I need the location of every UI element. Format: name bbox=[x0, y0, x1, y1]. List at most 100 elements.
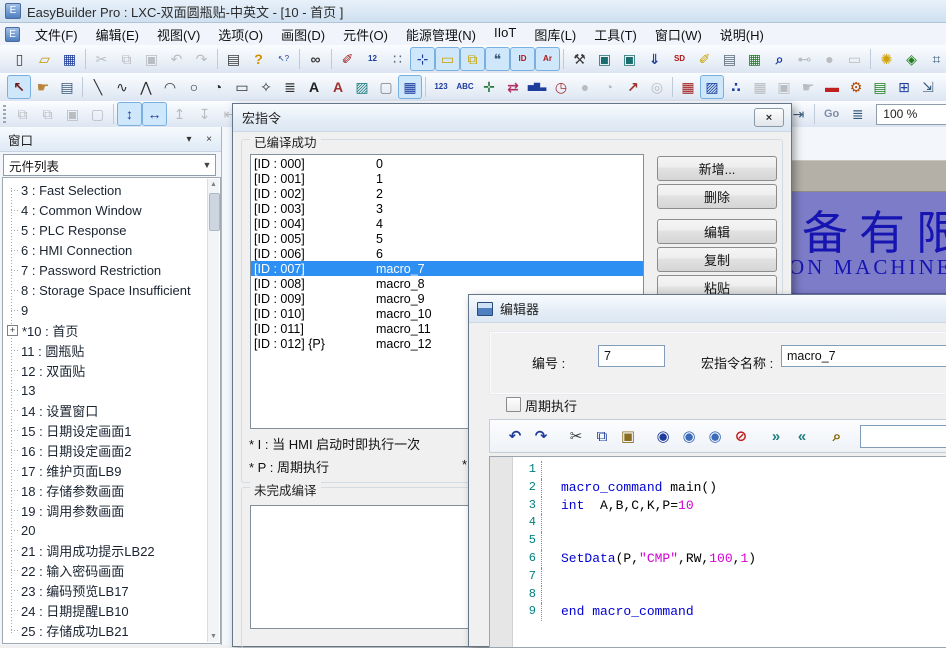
numeric-display-icon[interactable]: 123 bbox=[429, 75, 453, 99]
snap-icon[interactable]: ⊹ bbox=[410, 47, 435, 71]
tree-scrollbar[interactable]: ▲ ▼ bbox=[207, 179, 219, 642]
format-brush-icon[interactable]: ✐ bbox=[335, 47, 360, 71]
trend-display-icon[interactable]: ↗ bbox=[621, 75, 645, 99]
pc-transfer-icon[interactable]: ⇲ bbox=[916, 75, 940, 99]
toolbar-grip[interactable] bbox=[3, 105, 6, 123]
indent-icon[interactable]: » bbox=[763, 423, 789, 449]
tree-item[interactable]: +*10 : 首页 bbox=[3, 320, 208, 340]
print-icon[interactable]: ▤ bbox=[221, 47, 246, 71]
macro-list-row[interactable]: [ID : 000]0 bbox=[251, 156, 643, 171]
address-tag-icon[interactable]: ⌗ bbox=[924, 47, 946, 71]
toggle-breakpoint-icon[interactable]: ◉ bbox=[650, 423, 676, 449]
copy-button[interactable]: 复制 bbox=[657, 247, 777, 272]
pass-through-icon[interactable]: ⌕ bbox=[767, 47, 792, 71]
tree-item[interactable]: 24 : 日期提醒LB10 bbox=[3, 600, 208, 620]
grid-icon[interactable]: ∷ bbox=[385, 47, 410, 71]
scatter-icon[interactable]: ∴ bbox=[724, 75, 748, 99]
center-vertical-icon[interactable]: ↕ bbox=[117, 102, 142, 126]
menu-item[interactable]: 说明(H) bbox=[711, 23, 773, 46]
note-editor-icon[interactable]: ✐ bbox=[692, 47, 717, 71]
tree-item[interactable]: 22 : 输入密码画面 bbox=[3, 560, 208, 580]
tree-item[interactable]: 15 : 日期设定画面1 bbox=[3, 420, 208, 440]
code-editor[interactable]: 1 2macro_command main()3int A,B,C,K,P=10… bbox=[489, 456, 946, 648]
meter-display-icon[interactable]: ◷ bbox=[549, 75, 573, 99]
ascii-display-icon[interactable]: ABC bbox=[453, 75, 477, 99]
scrollbar-thumb[interactable] bbox=[209, 193, 220, 231]
offline-simulation-icon[interactable]: ▣ bbox=[617, 47, 642, 71]
macro-list-row[interactable]: [ID : 005]5 bbox=[251, 231, 643, 246]
tree-item[interactable]: 14 : 设置窗口 bbox=[3, 400, 208, 420]
star-icon[interactable]: ✧ bbox=[254, 75, 278, 99]
text-style-icon[interactable]: A bbox=[326, 75, 350, 99]
menu-item[interactable]: 工具(T) bbox=[585, 23, 646, 46]
text-icon[interactable]: A bbox=[302, 75, 326, 99]
menu-item[interactable]: 文件(F) bbox=[26, 23, 87, 46]
picture-view-icon[interactable]: ▨ bbox=[700, 75, 724, 99]
object-properties-icon[interactable]: ▤ bbox=[55, 75, 79, 99]
hand-icon[interactable]: ☛ bbox=[31, 75, 55, 99]
edit-button[interactable]: 编辑 bbox=[657, 219, 777, 244]
menu-item[interactable]: 视图(V) bbox=[148, 23, 209, 46]
close-icon[interactable]: × bbox=[754, 108, 784, 127]
context-help-icon[interactable]: ↖? bbox=[271, 47, 296, 71]
tree-item[interactable]: 8 : Storage Space Insufficient bbox=[3, 280, 208, 300]
add-button[interactable]: 新增... bbox=[657, 156, 777, 181]
periodic-checkbox[interactable] bbox=[506, 397, 521, 412]
bezier-icon[interactable]: ∿ bbox=[110, 75, 134, 99]
hmi-screen-canvas[interactable]: 设备有限公司 ON MACHINERY bbox=[788, 192, 946, 294]
traffic-light-icon[interactable]: ◈ bbox=[899, 47, 924, 71]
macro-list-row[interactable]: [ID : 008]macro_8 bbox=[251, 276, 643, 291]
font-display-icon[interactable]: Ar bbox=[535, 47, 560, 71]
macro-dialog-titlebar[interactable]: 宏指令 × bbox=[233, 104, 791, 132]
prev-breakpoint-icon[interactable]: ◉ bbox=[702, 423, 728, 449]
mdi-child-icon[interactable]: E bbox=[5, 27, 20, 42]
next-breakpoint-icon[interactable]: ◉ bbox=[676, 423, 702, 449]
tree-item[interactable]: 11 : 圆瓶贴 bbox=[3, 340, 208, 360]
redo-icon[interactable]: ↷ bbox=[528, 423, 554, 449]
macro-number-input[interactable] bbox=[598, 345, 665, 367]
pie-icon[interactable]: ◔ bbox=[206, 75, 230, 99]
tip-icon[interactable]: ✺ bbox=[874, 47, 899, 71]
menu-item[interactable]: 元件(O) bbox=[334, 23, 397, 46]
menu-item[interactable]: 图库(L) bbox=[525, 23, 585, 46]
tree-item[interactable]: 9 bbox=[3, 300, 208, 320]
tree-item[interactable]: 17 : 维护页面LB9 bbox=[3, 460, 208, 480]
overlap-windows-icon[interactable]: ⧉ bbox=[460, 47, 485, 71]
tree-item[interactable]: 26 bbox=[3, 640, 208, 644]
tree-item[interactable]: 6 : HMI Connection bbox=[3, 240, 208, 260]
macro-list-row[interactable]: [ID : 007]macro_7 bbox=[251, 261, 643, 276]
tree-item[interactable]: 18 : 存储参数画面 bbox=[3, 480, 208, 500]
bar-graph-icon[interactable]: ▅▇▃ bbox=[525, 75, 549, 99]
line-icon[interactable]: ╲ bbox=[86, 75, 110, 99]
select-arrow-icon[interactable]: ↖ bbox=[7, 75, 31, 99]
menu-item[interactable]: 能源管理(N) bbox=[397, 23, 485, 46]
tree-item[interactable]: 21 : 调用成功提示LB22 bbox=[3, 540, 208, 560]
tree-item[interactable]: 5 : PLC Response bbox=[3, 220, 208, 240]
menu-item[interactable]: 画图(D) bbox=[272, 23, 334, 46]
macro-name-input[interactable] bbox=[781, 345, 946, 367]
tree-item[interactable]: 16 : 日期设定画面2 bbox=[3, 440, 208, 460]
alarm-bar-icon[interactable]: ▬ bbox=[820, 75, 844, 99]
scale-icon[interactable]: ≣ bbox=[278, 75, 302, 99]
tree-item[interactable]: 25 : 存储成功LB21 bbox=[3, 620, 208, 640]
circle-icon[interactable]: ○ bbox=[182, 75, 206, 99]
online-simulation-icon[interactable]: ▣ bbox=[592, 47, 617, 71]
menu-item[interactable]: 编辑(E) bbox=[87, 23, 148, 46]
polyline-icon[interactable]: ⋀ bbox=[134, 75, 158, 99]
menu-item[interactable]: IIoT bbox=[485, 23, 525, 46]
about-icon[interactable]: ? bbox=[246, 47, 271, 71]
csv-file-icon[interactable]: ▤ bbox=[717, 47, 742, 71]
scroll-up-icon[interactable]: ▲ bbox=[208, 181, 219, 188]
data-table-icon[interactable]: ▦ bbox=[742, 47, 767, 71]
delete-button[interactable]: 删除 bbox=[657, 184, 777, 209]
tree-item[interactable]: 12 : 双面贴 bbox=[3, 360, 208, 380]
center-horizontal-icon[interactable]: ↔ bbox=[142, 102, 167, 126]
find-icon[interactable]: ⌕ bbox=[824, 423, 850, 449]
macro-list-row[interactable]: [ID : 006]6 bbox=[251, 246, 643, 261]
calendar-icon[interactable]: ⊞ bbox=[892, 75, 916, 99]
tree-item[interactable]: 13 bbox=[3, 380, 208, 400]
find-icon[interactable]: ∞ bbox=[303, 47, 328, 71]
expander-icon[interactable]: + bbox=[7, 325, 18, 336]
open-file-icon[interactable]: ▱ bbox=[32, 47, 57, 71]
panel-close-icon[interactable]: × bbox=[201, 131, 217, 147]
